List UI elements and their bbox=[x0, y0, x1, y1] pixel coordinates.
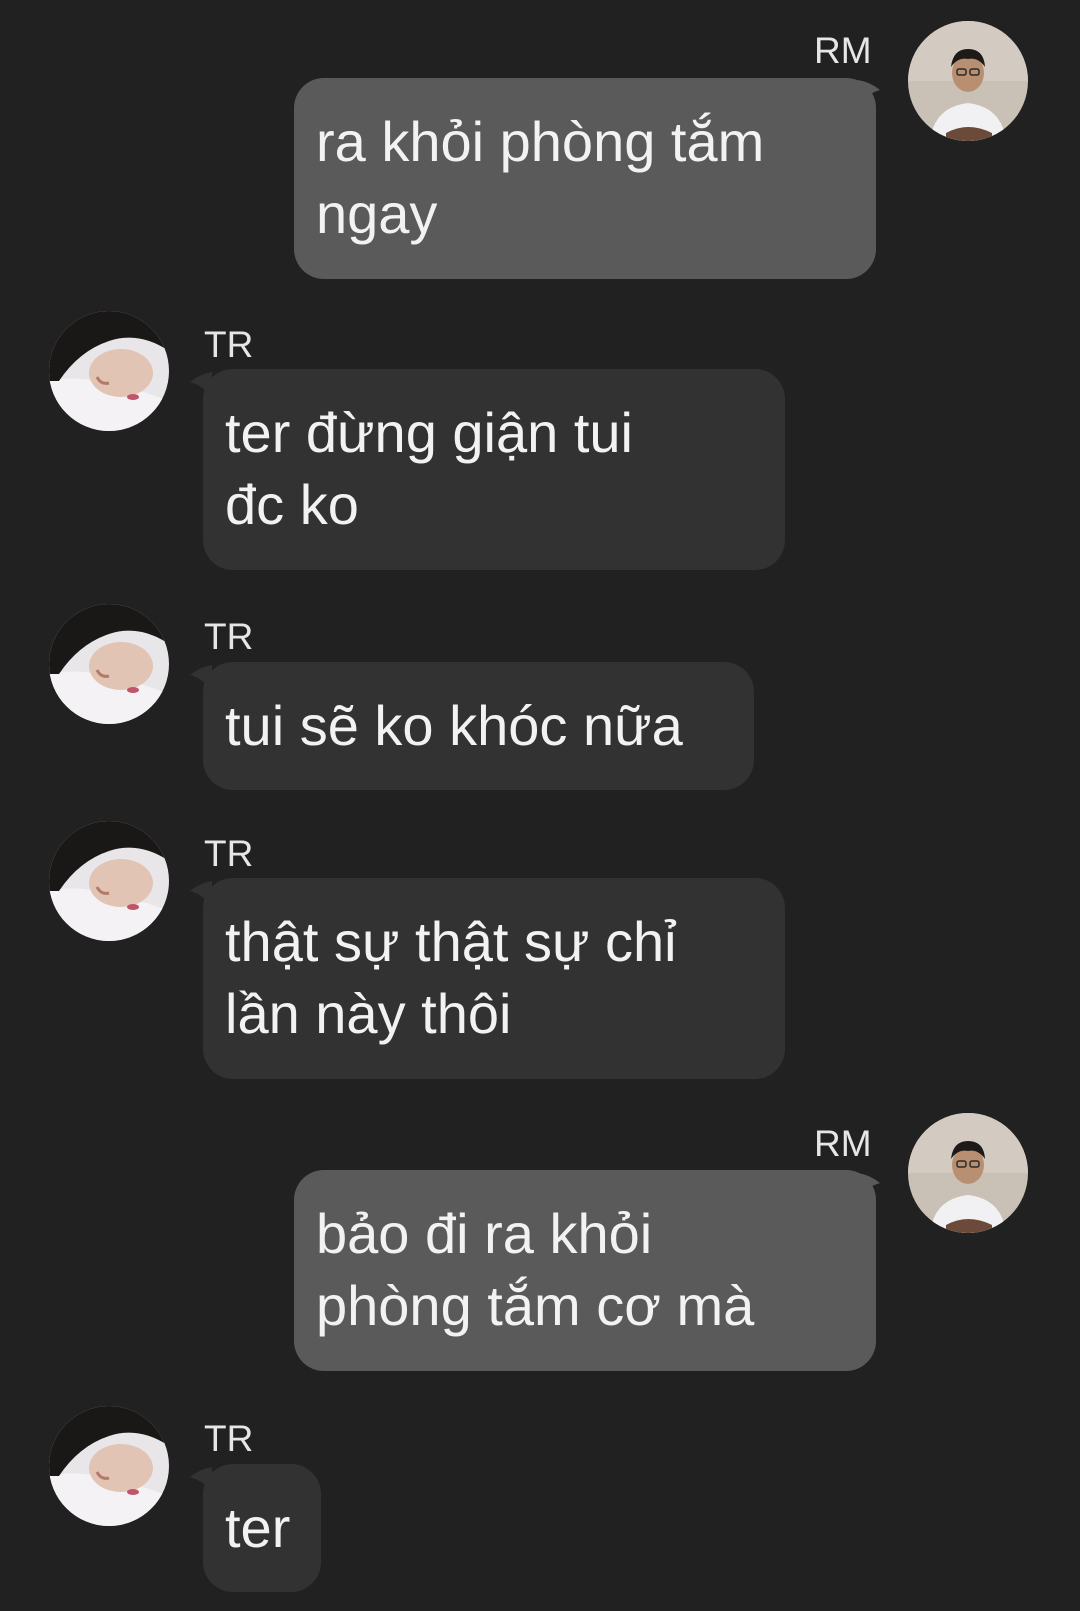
message-text-line: ra khỏi phòng tắm bbox=[316, 110, 765, 173]
message-text-line: tui sẽ ko khóc nữa bbox=[225, 694, 683, 757]
sender-name: TR bbox=[204, 833, 254, 874]
sender-name: TR bbox=[204, 616, 254, 657]
avatar-rm-photo bbox=[908, 21, 1028, 141]
message-bubble[interactable]: thật sự thật sự chỉ lần này thôi bbox=[203, 878, 785, 1079]
message-text-line: ter bbox=[225, 1496, 291, 1559]
sender-name: TR bbox=[204, 324, 254, 365]
sender-name: RM bbox=[814, 1123, 872, 1164]
message-bubble[interactable]: tui sẽ ko khóc nữa bbox=[203, 662, 754, 790]
avatar-tr[interactable] bbox=[49, 821, 169, 941]
sender-name: RM bbox=[814, 30, 872, 71]
message-text-line: ter đừng giận tui bbox=[225, 401, 633, 464]
avatar-rm[interactable] bbox=[908, 21, 1028, 141]
message-bubble[interactable]: ter đừng giận tui đc ko bbox=[203, 369, 785, 570]
avatar-tr-photo bbox=[49, 821, 169, 941]
message-bubble[interactable]: ter bbox=[203, 1464, 321, 1592]
sender-name: TR bbox=[204, 1418, 254, 1459]
message-bubble[interactable]: ra khỏi phòng tắm ngay bbox=[294, 78, 876, 279]
message-text-line: bảo đi ra khỏi bbox=[316, 1202, 653, 1265]
avatar-tr[interactable] bbox=[49, 1406, 169, 1526]
message-text-line: ngay bbox=[316, 182, 438, 245]
message-text-line: thật sự thật sự chỉ bbox=[225, 910, 677, 973]
avatar-tr[interactable] bbox=[49, 604, 169, 724]
message-text-line: đc ko bbox=[225, 473, 359, 536]
avatar-tr-photo bbox=[49, 311, 169, 431]
avatar-tr[interactable] bbox=[49, 311, 169, 431]
message-bubble[interactable]: bảo đi ra khỏi phòng tắm cơ mà bbox=[294, 1170, 876, 1371]
message-text-line: phòng tắm cơ mà bbox=[316, 1274, 755, 1337]
chat-thread[interactable]: RM ra khỏi phòng tắm ngay TR ter đừng gi… bbox=[0, 0, 1080, 1611]
avatar-tr-photo bbox=[49, 1406, 169, 1526]
avatar-tr-photo bbox=[49, 604, 169, 724]
avatar-rm-photo bbox=[908, 1113, 1028, 1233]
message-text-line: lần này thôi bbox=[225, 982, 512, 1045]
avatar-rm[interactable] bbox=[908, 1113, 1028, 1233]
